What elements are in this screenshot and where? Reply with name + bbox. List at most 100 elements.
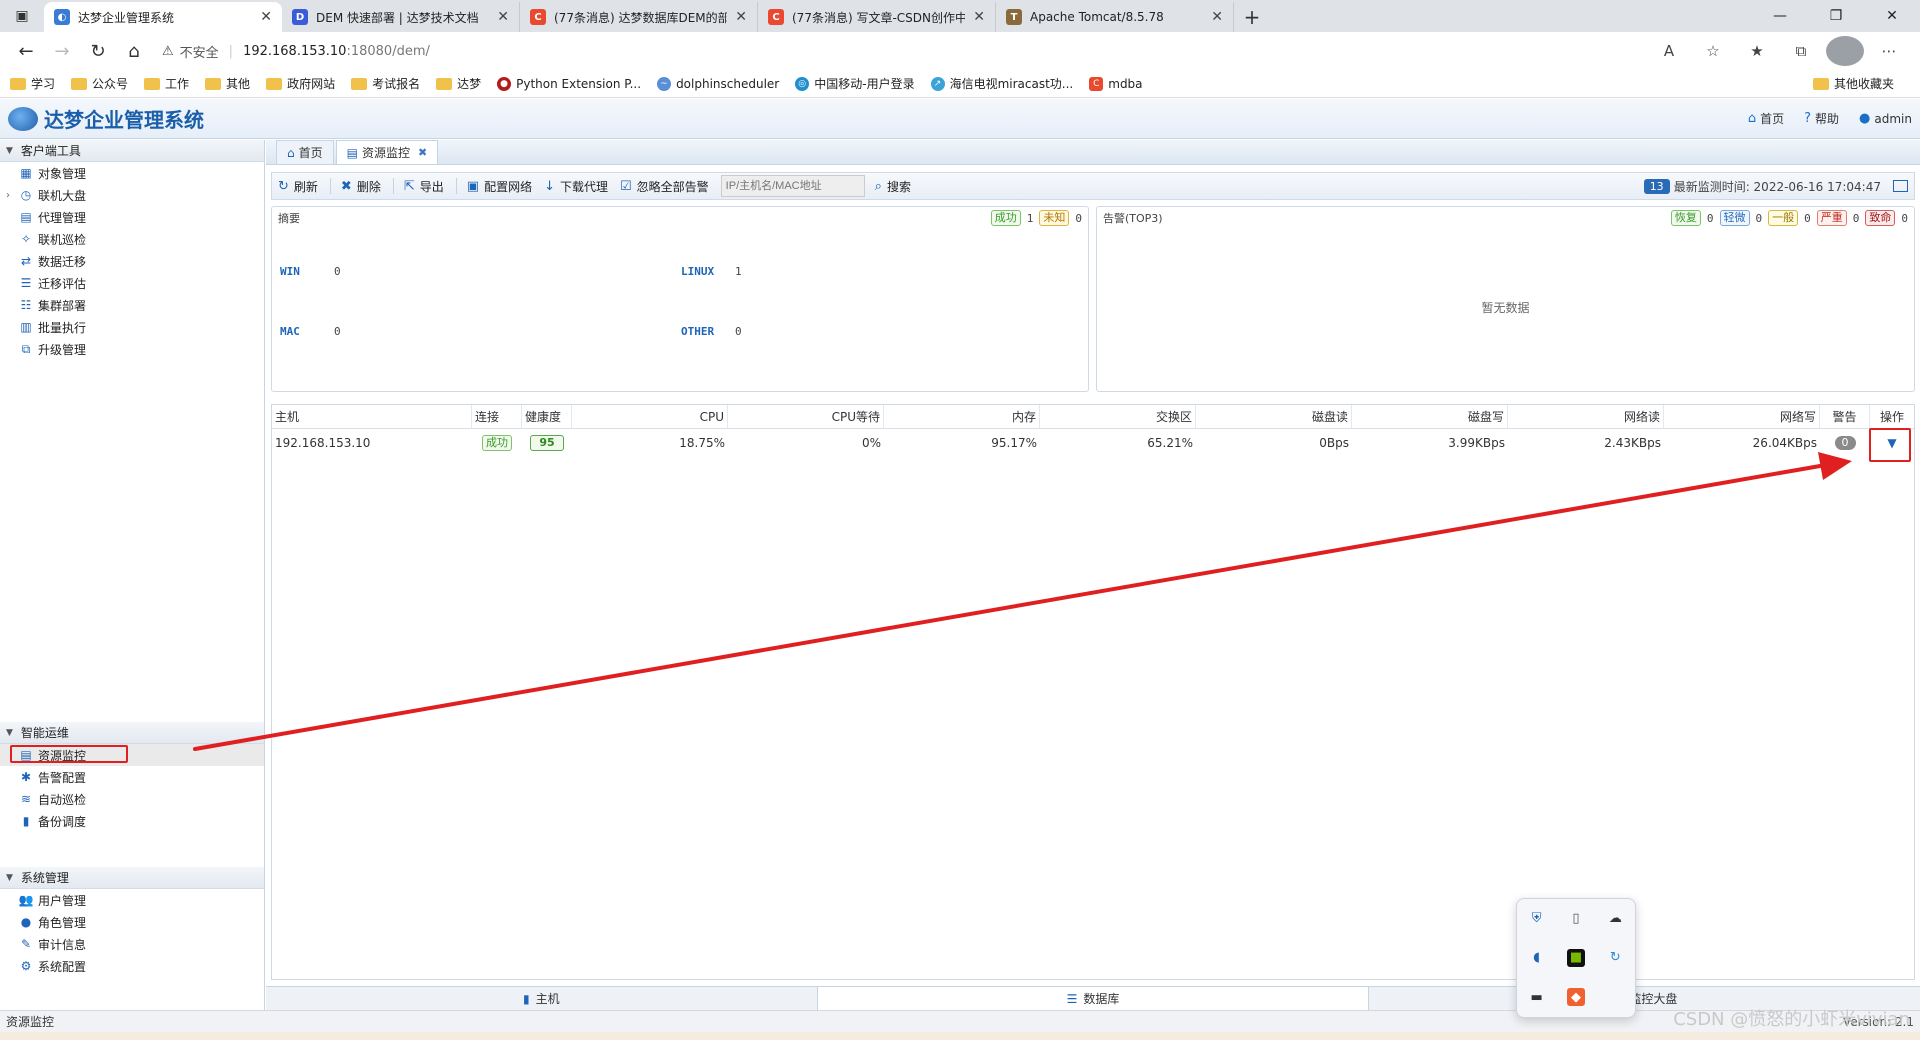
legend-serious[interactable]: 严重 — [1816, 210, 1847, 226]
column-header[interactable]: 警告 — [1820, 405, 1870, 428]
sidebar-item-agent-mgmt[interactable]: ▤ 代理管理 — [0, 206, 264, 228]
close-tab-icon[interactable]: ✕ — [260, 9, 272, 25]
sidebar-group-client-tools[interactable]: ▼ 客户端工具 — [0, 140, 264, 162]
legend-recovered[interactable]: 恢复 — [1670, 210, 1701, 226]
read-aloud-icon[interactable]: A — [1650, 36, 1688, 66]
sidebar-item-data-migration[interactable]: ⇄ 数据迁移 — [0, 250, 264, 272]
bookmark-folder[interactable]: 达梦 — [436, 75, 481, 92]
column-header[interactable]: 网络写 — [1664, 405, 1820, 428]
bookmark-folder[interactable]: 工作 — [144, 75, 189, 92]
bottom-tab-database[interactable]: ☰ 数据库 — [817, 987, 1370, 1010]
bookmark-link[interactable]: ↗ 海信电视miracast功... — [930, 75, 1073, 92]
bookmark-folder[interactable]: 学习 — [10, 75, 55, 92]
reload-icon[interactable]: ↻ — [80, 36, 116, 66]
bookmark-link[interactable]: ◎ 中国移动-用户登录 — [795, 75, 915, 92]
export-button[interactable]: ⇱ 导出 — [404, 178, 444, 195]
legend-normal[interactable]: 一般 — [1768, 210, 1799, 226]
browser-tab-docs[interactable]: D DEM 快速部署 | 达梦技术文档 ✕ — [282, 2, 520, 32]
column-header[interactable]: 主机 — [272, 405, 472, 428]
usb-icon[interactable]: ▯ — [1567, 910, 1585, 928]
column-header[interactable]: CPU等待 — [728, 405, 884, 428]
display-icon[interactable]: ▬ — [1528, 988, 1546, 1006]
expand-chevron-icon[interactable]: › — [6, 190, 10, 201]
legend-minor[interactable]: 轻微 — [1719, 210, 1750, 226]
sidebar-item-cluster-deploy[interactable]: ☷ 集群部署 — [0, 294, 264, 316]
sidebar-item-role-mgmt[interactable]: ● 角色管理 — [0, 911, 264, 933]
bookmark-folder[interactable]: 其他 — [205, 75, 250, 92]
restore-icon[interactable]: ❐ — [1808, 0, 1864, 32]
column-header[interactable]: 内存 — [884, 405, 1040, 428]
sidebar-item-online-inspection[interactable]: ✧ 联机巡检 — [0, 228, 264, 250]
sidebar-item-system-config[interactable]: ⚙ 系统配置 — [0, 955, 264, 977]
close-tab-icon[interactable]: ✕ — [497, 9, 509, 25]
sidebar-item-backup-schedule[interactable]: ▮ 备份调度 — [0, 810, 264, 832]
legend-success[interactable]: 成功 — [990, 210, 1021, 226]
sidebar-item-object-mgmt[interactable]: ▦ 对象管理 — [0, 162, 264, 184]
column-header[interactable]: 连接 — [472, 405, 522, 428]
profile-avatar[interactable] — [1826, 36, 1864, 66]
new-tab-icon[interactable]: + — [1234, 2, 1270, 32]
column-header[interactable]: 操作 — [1870, 405, 1914, 428]
window-close-icon[interactable]: ✕ — [1864, 0, 1920, 32]
bookmark-folder[interactable]: 政府网站 — [266, 75, 335, 92]
legend-unknown[interactable]: 未知 — [1039, 210, 1070, 226]
security-icon[interactable]: ◖ — [1528, 949, 1546, 967]
app-tray-icon[interactable]: ◆ — [1566, 988, 1585, 1007]
close-tab-icon[interactable]: ✕ — [1211, 9, 1223, 25]
bookmark-link[interactable]: ● Python Extension P... — [497, 76, 641, 91]
column-header[interactable]: CPU — [572, 405, 728, 428]
bookmark-link[interactable]: Cmdba — [1089, 76, 1143, 91]
ignore-alerts-button[interactable]: ☑ 忽略全部告警 — [620, 178, 709, 195]
bottom-tab-host[interactable]: ▮ 主机 — [266, 987, 818, 1010]
tab-actions-icon[interactable]: ▣ — [0, 0, 44, 32]
table-row[interactable]: 192.168.153.10 成功 95 18.75% 0% 95.17% 65… — [272, 429, 1914, 457]
download-agent-button[interactable]: ↓ 下载代理 — [544, 178, 608, 195]
nvidia-icon[interactable]: ■ — [1566, 948, 1585, 967]
sidebar-item-user-mgmt[interactable]: 👥 用户管理 — [0, 889, 264, 911]
browser-tab-csdn-2[interactable]: C (77条消息) 写文章-CSDN创作中心 ✕ — [758, 2, 996, 32]
sidebar-group-system-mgmt[interactable]: ▼ 系统管理 — [0, 867, 264, 889]
tab-resource-monitor[interactable]: ▤ 资源监控 ✖ — [335, 140, 439, 164]
close-tab-icon[interactable]: ✕ — [973, 9, 985, 25]
more-menu-icon[interactable]: ⋯ — [1870, 36, 1908, 66]
tab-home[interactable]: ⌂ 首页 — [276, 140, 334, 164]
other-bookmarks[interactable]: 其他收藏夹 — [1812, 75, 1894, 92]
fullscreen-icon[interactable] — [1893, 180, 1908, 192]
search-button[interactable]: ⌕ 搜索 — [875, 178, 911, 195]
legend-fatal[interactable]: 致命 — [1865, 210, 1896, 226]
column-header[interactable]: 交换区 — [1040, 405, 1196, 428]
collections-icon[interactable]: ⧉ — [1782, 36, 1820, 66]
url-field[interactable]: ⚠ 不安全 | 192.168.153.10 :18080/dem/ — [162, 36, 1650, 66]
column-header[interactable]: 网络读 — [1508, 405, 1664, 428]
close-tab-icon[interactable]: ✖ — [418, 146, 427, 159]
back-icon[interactable]: ← — [8, 36, 44, 66]
search-input[interactable] — [720, 175, 865, 197]
delete-button[interactable]: ✖ 删除 — [341, 178, 381, 195]
close-tab-icon[interactable]: ✕ — [735, 9, 747, 25]
sidebar-item-alert-config[interactable]: ✱ 告警配置 — [0, 766, 264, 788]
sidebar-group-smart-ops[interactable]: ▼ 智能运维 — [0, 722, 264, 744]
header-help-link[interactable]: ? 帮助 — [1804, 110, 1839, 127]
browser-tab-tomcat[interactable]: T Apache Tomcat/8.5.78 ✕ — [996, 2, 1234, 32]
sidebar-item-migration-eval[interactable]: ☰ 迁移评估 — [0, 272, 264, 294]
bookmark-folder[interactable]: 公众号 — [71, 75, 128, 92]
home-icon[interactable]: ⌂ — [116, 36, 152, 66]
column-header[interactable]: 磁盘写 — [1352, 405, 1508, 428]
sidebar-item-audit-info[interactable]: ✎ 审计信息 — [0, 933, 264, 955]
defender-shield-icon[interactable]: ⛨ — [1528, 910, 1546, 928]
browser-tab-dem[interactable]: ◐ 达梦企业管理系统 ✕ — [44, 2, 282, 32]
bookmark-folder[interactable]: 考试报名 — [351, 75, 420, 92]
add-favorite-icon[interactable]: ☆ — [1694, 36, 1732, 66]
sync-icon[interactable]: ↻ — [1606, 949, 1624, 967]
column-header[interactable]: 磁盘读 — [1196, 405, 1352, 428]
header-user-link[interactable]: ● admin — [1859, 110, 1912, 127]
header-home-link[interactable]: ⌂ 首页 — [1748, 110, 1784, 127]
refresh-button[interactable]: ↻ 刷新 — [278, 178, 318, 195]
minimize-icon[interactable]: — — [1752, 0, 1808, 32]
bookmark-link[interactable]: ~ dolphinscheduler — [657, 76, 779, 91]
config-network-button[interactable]: ▣ 配置网络 — [467, 178, 532, 195]
column-header[interactable]: 健康度 — [522, 405, 572, 428]
onedrive-cloud-icon[interactable]: ☁ — [1606, 910, 1624, 928]
favorites-icon[interactable]: ★ — [1738, 36, 1776, 66]
forward-icon[interactable]: → — [44, 36, 80, 66]
